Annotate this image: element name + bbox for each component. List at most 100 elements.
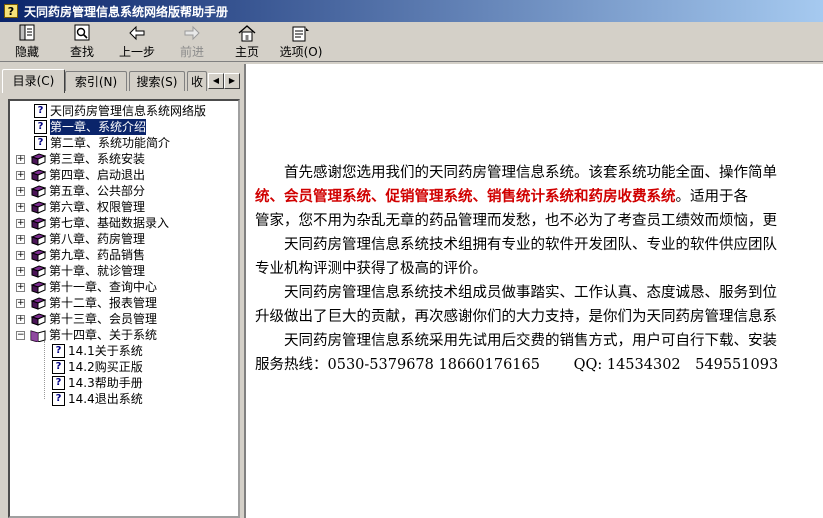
tab-favorites[interactable]: 收 xyxy=(187,71,207,91)
expand-icon[interactable]: + xyxy=(16,234,25,244)
tree-item-label: 14.3帮助手册 xyxy=(68,376,143,390)
options-icon xyxy=(292,26,309,42)
tree-item-label: 第八章、药房管理 xyxy=(49,232,146,246)
expand-icon[interactable]: + xyxy=(16,186,25,196)
find-button-label: 查找 xyxy=(69,45,94,59)
tree-item-label: 第十四章、关于系统 xyxy=(49,328,158,342)
book-icon xyxy=(30,200,46,214)
tree-item[interactable]: ? 14.4退出系统 xyxy=(52,391,143,407)
tree-item[interactable]: + 第四章、启动退出 xyxy=(16,167,145,183)
book-icon xyxy=(30,280,46,294)
content-paragraph-3: 管家，您不用为杂乱无章的药品管理而发愁，也不必为了考查员工绩效而烦恼，更 xyxy=(255,213,777,229)
home-icon xyxy=(238,25,256,42)
tree-item-label: 第十三章、会员管理 xyxy=(49,312,158,326)
help-topic-icon: ? xyxy=(52,360,65,374)
tree-item-label: 第四章、启动退出 xyxy=(49,168,146,182)
find-icon xyxy=(74,24,90,41)
tree-item-label: 第十二章、报表管理 xyxy=(49,296,158,310)
toolbar: 隐藏 查找 上一步 前进 主页 选项(O) xyxy=(0,22,823,62)
book-icon xyxy=(30,232,46,246)
home-button[interactable]: 主页 xyxy=(232,24,262,60)
contents-tree: ? 天同药房管理信息系统网络版? 第一章、系统介绍? 第二章、系统功能简介 + 第三章、系… xyxy=(8,99,240,518)
tree-item[interactable]: + 第十一章、查询中心 xyxy=(16,279,157,295)
options-button-label: 选项(O) xyxy=(279,45,323,59)
help-topic-icon: ? xyxy=(34,136,47,150)
collapse-icon[interactable]: − xyxy=(16,330,25,340)
content-paragraph-8: 天同药房管理信息系统采用先试用后交费的销售方式，用户可自行下载、安装 xyxy=(255,333,777,349)
tree-item-label: 第九章、药品销售 xyxy=(49,248,146,262)
tree-item-label: 第十章、就诊管理 xyxy=(49,264,146,278)
home-button-label: 主页 xyxy=(234,45,259,59)
tree-item-label: 第六章、权限管理 xyxy=(49,200,146,214)
content-paragraph-2-rest: 。适用于各 xyxy=(675,189,749,205)
tree-item[interactable]: + 第六章、权限管理 xyxy=(16,199,145,215)
title-bar: ? 天同药房管理信息系统网络版帮助手册 xyxy=(0,0,823,22)
tree-item[interactable]: ? 第二章、系统功能简介 xyxy=(34,135,170,151)
tree-item[interactable]: + 第十三章、会员管理 xyxy=(16,311,157,327)
tree-item[interactable]: + 第十二章、报表管理 xyxy=(16,295,157,311)
expand-icon[interactable]: + xyxy=(16,282,25,292)
expand-icon[interactable]: + xyxy=(16,314,25,324)
tree-item-label: 第一章、系统介绍 xyxy=(48,118,148,136)
expand-icon[interactable]: + xyxy=(16,202,25,212)
tree-item-label: 第三章、系统安装 xyxy=(49,152,146,166)
back-button-label: 上一步 xyxy=(118,45,155,59)
highlighted-systems: 统、会员管理系统、促销管理系统、销售统计系统和药房收费系统 xyxy=(255,188,676,205)
tree-item-label: 第五章、公共部分 xyxy=(49,184,146,198)
book-icon xyxy=(30,296,46,310)
help-topic-icon: ? xyxy=(52,376,65,390)
options-button[interactable]: 选项(O) xyxy=(279,24,323,60)
tree-item-label: 14.2购买正版 xyxy=(68,360,143,374)
tree-item[interactable]: + 第五章、公共部分 xyxy=(16,183,145,199)
expand-icon[interactable]: + xyxy=(16,170,25,180)
help-topic-icon: ? xyxy=(52,392,65,406)
content-paragraph-6: 天同药房管理信息系统技术组成员做事踏实、工作认真、态度诚恳、服务到位 xyxy=(255,285,777,301)
tab-contents[interactable]: 目录(C) xyxy=(2,69,65,93)
tree-item[interactable]: + 第九章、药品销售 xyxy=(16,247,145,263)
tree-item[interactable]: ? 第一章、系统介绍 xyxy=(34,118,148,136)
tree-item[interactable]: ? 14.3帮助手册 xyxy=(52,375,143,391)
tree-item[interactable]: + 第三章、系统安装 xyxy=(16,151,145,167)
content-paragraph-2: 统、会员管理系统、促销管理系统、销售统计系统和药房收费系统。适用于各 xyxy=(255,185,748,209)
tab-search[interactable]: 搜索(S) xyxy=(129,71,185,91)
book-icon xyxy=(30,168,46,182)
forward-arrow-icon xyxy=(184,25,200,41)
expand-icon[interactable]: + xyxy=(16,266,25,276)
help-content: 首先感谢您选用我们的天同药房管理信息系统。该套系统功能全面、操作简单 统、会员管… xyxy=(246,64,823,518)
expand-icon[interactable]: + xyxy=(16,298,25,308)
hide-button[interactable]: 隐藏 xyxy=(12,24,42,60)
help-app-icon: ? xyxy=(4,4,18,18)
tree-item[interactable]: + 第八章、药房管理 xyxy=(16,231,145,247)
service-hotline: 服务热线：0530-5379678 18660176165 QQ: 145343… xyxy=(255,357,779,373)
find-button[interactable]: 查找 xyxy=(67,24,97,60)
tab-index[interactable]: 索引(N) xyxy=(65,71,127,91)
tree-connector-line xyxy=(44,341,45,399)
tree-item[interactable]: − 第十四章、关于系统 xyxy=(16,327,157,343)
tree-item[interactable]: ? 14.1关于系统 xyxy=(52,343,143,359)
content-paragraph-7: 升级做出了巨大的贡献，再次感谢你们的大力支持，是你们为天同药房管理信息系 xyxy=(255,309,777,325)
expand-icon[interactable]: + xyxy=(16,154,25,164)
tree-item[interactable]: ? 天同药房管理信息系统网络版 xyxy=(34,103,206,119)
hide-button-label: 隐藏 xyxy=(14,45,39,59)
book-icon xyxy=(30,184,46,198)
tab-scroll-left[interactable]: ◀ xyxy=(208,73,224,89)
content-paragraph-5: 专业机构评测中获得了极高的评价。 xyxy=(255,261,487,277)
help-topic-icon: ? xyxy=(52,344,65,358)
back-button[interactable]: 上一步 xyxy=(117,24,157,60)
hide-icon xyxy=(19,24,35,41)
nav-tabs: 目录(C) 索引(N) 搜索(S) 收 ◀ ▶ xyxy=(2,69,240,93)
content-paragraph-4: 天同药房管理信息系统技术组拥有专业的软件开发团队、专业的软件供应团队 xyxy=(255,237,777,253)
tree-item-label: 天同药房管理信息系统网络版 xyxy=(50,104,207,118)
window-title: 天同药房管理信息系统网络版帮助手册 xyxy=(24,4,229,19)
book-icon xyxy=(30,216,46,230)
expand-icon[interactable]: + xyxy=(16,250,25,260)
expand-icon[interactable]: + xyxy=(16,218,25,228)
navigation-pane: 目录(C) 索引(N) 搜索(S) 收 ◀ ▶ ? 天同药房管理信息系统网络版? 第… xyxy=(0,64,244,518)
tab-scroll-right[interactable]: ▶ xyxy=(224,73,240,89)
tree-item[interactable]: + 第七章、基础数据录入 xyxy=(16,215,169,231)
forward-button[interactable]: 前进 xyxy=(176,24,208,60)
tree-item[interactable]: + 第十章、就诊管理 xyxy=(16,263,145,279)
open-book-icon xyxy=(30,329,46,342)
tree-item-label: 第七章、基础数据录入 xyxy=(49,216,170,230)
tree-item[interactable]: ? 14.2购买正版 xyxy=(52,359,143,375)
